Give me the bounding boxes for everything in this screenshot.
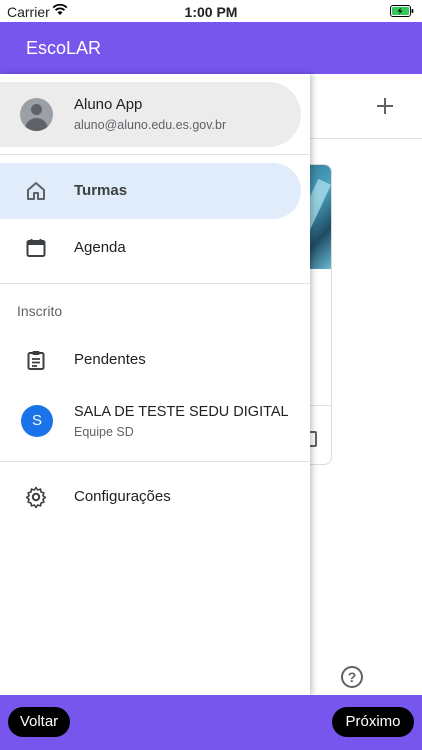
nav-label-agenda: Agenda [74, 239, 126, 256]
avatar-person-icon [31, 104, 42, 115]
next-button[interactable]: Próximo [332, 707, 414, 737]
nav-label-pendentes: Pendentes [74, 351, 146, 368]
divider [0, 154, 310, 155]
clipboard-icon [27, 351, 45, 370]
avatar-person-body [25, 118, 48, 131]
help-icon[interactable]: ? [341, 666, 363, 688]
calendar-icon [26, 239, 46, 257]
app-title: EscoLAR [26, 38, 102, 58]
plus-icon[interactable] [373, 94, 397, 118]
divider [0, 461, 310, 462]
nav-label-turmas: Turmas [74, 182, 128, 199]
avatar [20, 98, 53, 131]
class-name: SALA DE TESTE SEDU DIGITAL [74, 404, 289, 420]
account-email: aluno@aluno.edu.es.gov.br [74, 118, 227, 132]
battery-charging-icon [390, 5, 414, 17]
bottom-bar: Voltar Próximo [0, 695, 422, 750]
navigation-drawer: Aluno App aluno@aluno.edu.es.gov.br Turm… [0, 74, 310, 695]
nav-item-agenda[interactable]: Agenda [0, 220, 301, 276]
class-avatar: S [21, 405, 53, 437]
home-icon [27, 182, 45, 200]
class-item-sala-de-teste[interactable]: S SALA DE TESTE SEDU DIGITAL Equipe SD [0, 392, 301, 454]
account-name: Aluno App [74, 96, 143, 113]
status-time: 1:00 PM [184, 4, 238, 20]
section-header-inscrito: Inscrito [17, 303, 63, 319]
nav-item-pendentes[interactable]: Pendentes [0, 332, 301, 388]
nav-label-configuracoes: Configurações [74, 488, 171, 505]
nav-item-turmas[interactable]: Turmas [0, 163, 301, 219]
nav-item-configuracoes[interactable]: Configurações [0, 469, 301, 525]
app-bar: EscoLAR [0, 22, 422, 74]
class-subtitle: Equipe SD [74, 425, 134, 439]
divider [0, 283, 310, 284]
back-button[interactable]: Voltar [8, 707, 70, 737]
gear-icon [25, 486, 47, 509]
status-bar: Carrier 1:00 PM [0, 0, 422, 22]
account-header[interactable]: Aluno App aluno@aluno.edu.es.gov.br [0, 82, 301, 147]
